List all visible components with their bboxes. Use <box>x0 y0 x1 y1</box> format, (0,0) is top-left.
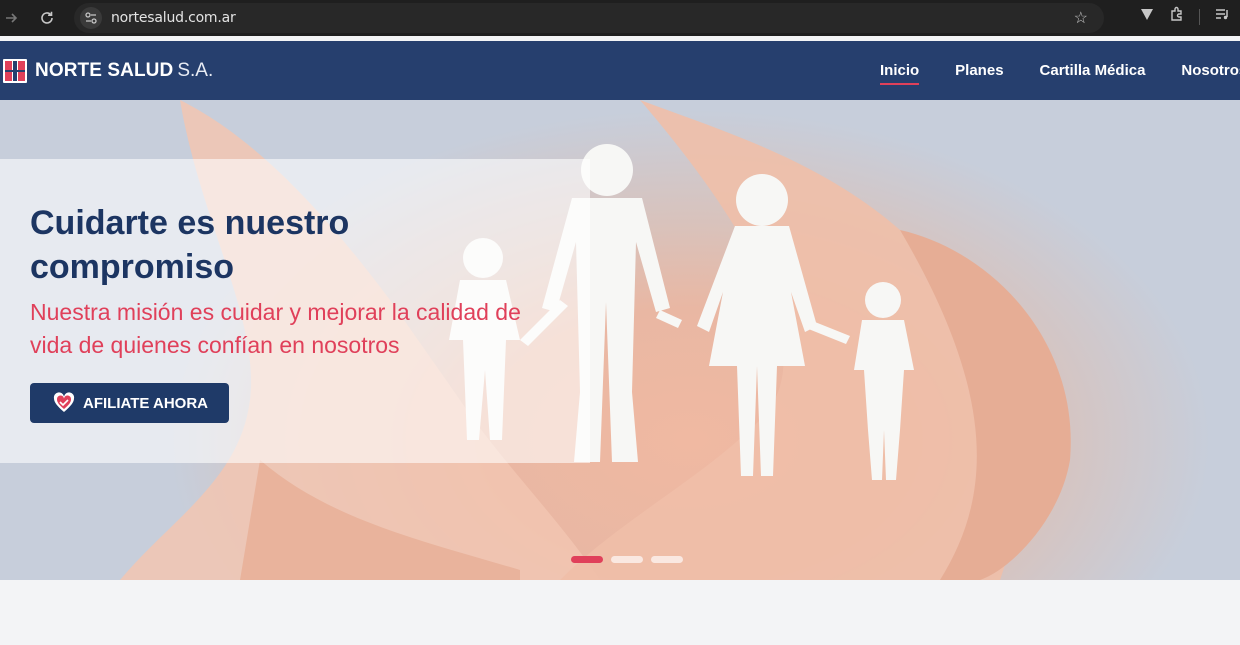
site-header: NORTE SALUD S.A. Inicio Planes Cartilla … <box>0 41 1240 100</box>
address-bar[interactable]: nortesalud.com.ar ☆ <box>74 3 1104 33</box>
media-icon[interactable] <box>1214 6 1230 27</box>
extensions-icon[interactable] <box>1169 6 1185 27</box>
hero-subtitle: Nuestra misión es cuidar y mejorar la ca… <box>30 299 521 358</box>
hero-banner: Cuidarte es nuestro compromiso Nuestra m… <box>0 100 1240 580</box>
toolbar-divider <box>1199 8 1200 25</box>
forward-arrow-icon[interactable] <box>0 6 24 30</box>
carousel-dot[interactable] <box>611 556 643 563</box>
logo-mark-icon <box>3 58 27 83</box>
carousel-dot[interactable] <box>651 556 683 563</box>
affiliate-now-button[interactable]: AFILIATE AHORA <box>30 383 229 423</box>
main-nav: Inicio Planes Cartilla Médica Nosotros <box>880 41 1240 100</box>
page-content-area <box>0 580 1240 645</box>
nav-item-nosotros[interactable]: Nosotros <box>1181 62 1240 79</box>
nav-item-planes[interactable]: Planes <box>955 62 1003 79</box>
site-info-icon[interactable] <box>80 7 102 29</box>
carousel-dot[interactable] <box>571 556 603 563</box>
nav-item-cartilla-medica[interactable]: Cartilla Médica <box>1040 62 1146 79</box>
site-logo[interactable]: NORTE SALUD S.A. <box>3 58 214 83</box>
star-icon[interactable]: ☆ <box>1074 8 1088 28</box>
affiliate-now-label: AFILIATE AHORA <box>83 394 208 412</box>
brand-suffix: S.A. <box>177 59 214 81</box>
url-text[interactable]: nortesalud.com.ar <box>111 10 236 26</box>
nav-item-inicio[interactable]: Inicio <box>880 62 920 85</box>
brand-name: NORTE SALUD <box>35 59 174 81</box>
browser-toolbar: nortesalud.com.ar ☆ <box>0 0 1240 36</box>
heart-hands-icon <box>53 392 75 412</box>
hero-title: Cuidarte es nuestro compromiso <box>30 204 350 286</box>
vpn-icon[interactable] <box>1139 6 1155 27</box>
reload-icon[interactable] <box>35 6 59 30</box>
carousel-indicators <box>571 556 683 563</box>
